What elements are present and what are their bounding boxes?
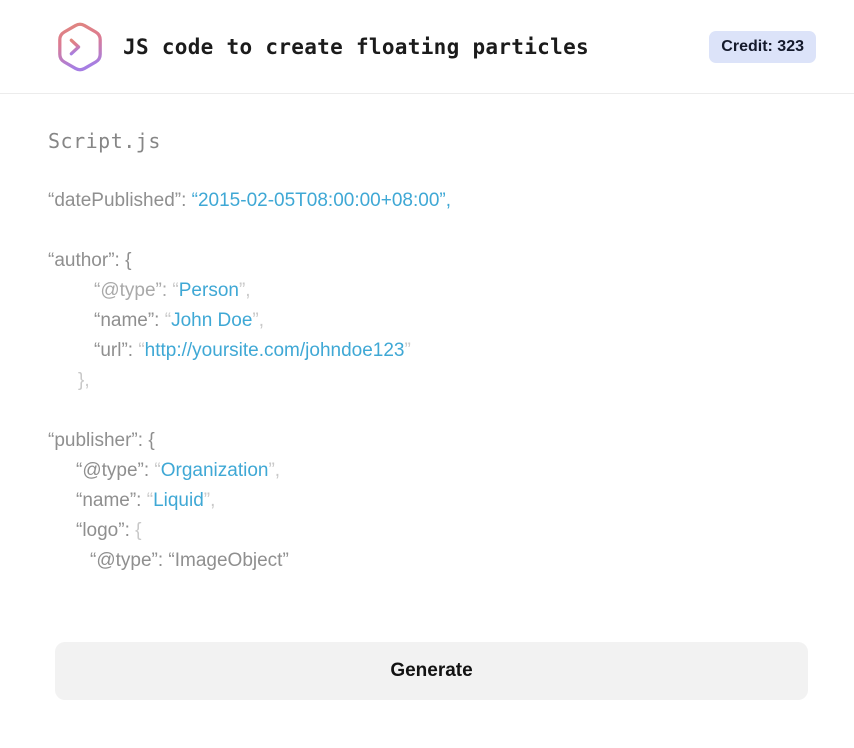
code-token: }, xyxy=(78,370,90,391)
code-token: ”, xyxy=(203,490,216,511)
app-header: JS code to create floating particles Cre… xyxy=(0,0,854,94)
terminal-prompt-hexagon-icon xyxy=(55,19,105,75)
code-token: ” xyxy=(404,340,411,361)
code-token: “@type”: xyxy=(94,280,173,301)
code-editor: Script.js “datePublished”: “2015-02-05T0… xyxy=(0,128,854,576)
code-token: “datePublished”: xyxy=(48,190,192,211)
code-token: “publisher”: { xyxy=(48,430,155,451)
code-block: “datePublished”: “2015-02-05T08:00:00+08… xyxy=(48,186,806,576)
filename-label: Script.js xyxy=(48,129,161,153)
generate-row: Generate xyxy=(0,642,854,700)
code-token: Person xyxy=(178,280,239,301)
code-token: “2015-02-05T08:00:00+08:00”, xyxy=(191,190,451,211)
code-token: { xyxy=(135,520,142,541)
code-token: ”, xyxy=(252,310,265,331)
code-token: “url”: xyxy=(94,340,139,361)
code-token: “author”: { xyxy=(48,250,132,271)
code-line: “author”: { xyxy=(48,246,806,276)
page-title: JS code to create floating particles xyxy=(123,34,589,59)
code-token: Liquid xyxy=(153,490,204,511)
code-line: “name”: “Liquid”, xyxy=(48,486,806,516)
code-line: }, xyxy=(48,366,806,396)
code-token: “name”: xyxy=(76,490,147,511)
code-line: “@type”: “Person”, xyxy=(48,276,806,306)
code-token: “logo”: xyxy=(76,520,136,541)
code-token: ”, xyxy=(238,280,251,301)
app-root: { "header": { "title": "JS code to creat… xyxy=(0,0,854,748)
credit-badge: Credit: 323 xyxy=(709,30,816,63)
code-line: “publisher”: { xyxy=(48,426,806,456)
code-line: “logo”: { xyxy=(48,516,806,546)
code-line: “name”: “John Doe”, xyxy=(48,306,806,336)
code-line: “@type”: “Organization”, xyxy=(48,456,806,486)
code-line: “@type”: “ImageObject” xyxy=(48,546,806,576)
code-token: http://yoursite.com/johndoe123 xyxy=(144,340,405,361)
code-token: John Doe xyxy=(171,310,253,331)
code-token: “@type”: xyxy=(76,460,155,481)
code-token: “@type”: “ImageObject” xyxy=(90,550,289,571)
code-token: Organization xyxy=(160,460,269,481)
code-token: ”, xyxy=(268,460,281,481)
code-line: “url”: “http://yoursite.com/johndoe123” xyxy=(48,336,806,366)
generate-button[interactable]: Generate xyxy=(55,642,808,700)
code-token: “name”: xyxy=(94,310,165,331)
code-line: “datePublished”: “2015-02-05T08:00:00+08… xyxy=(48,186,806,216)
